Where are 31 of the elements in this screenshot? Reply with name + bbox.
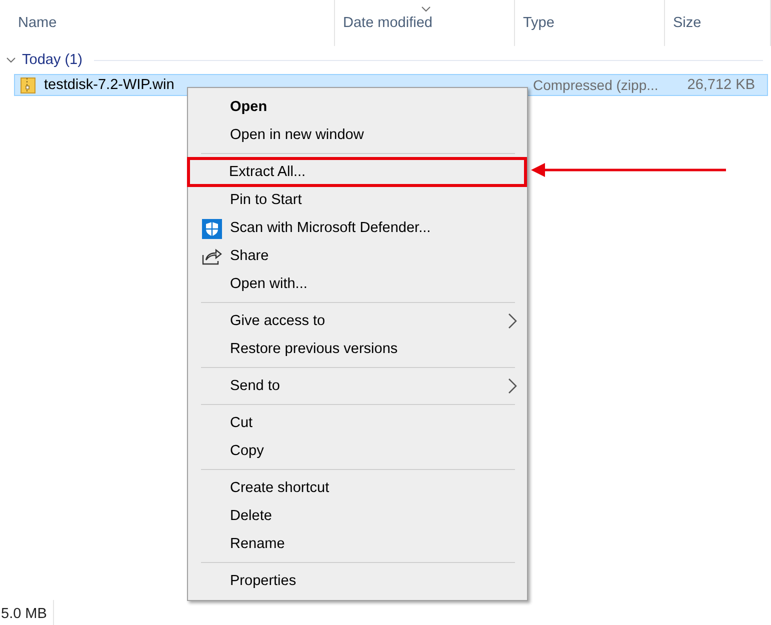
menu-item[interactable]: Cut [189, 409, 526, 437]
file-name: testdisk-7.2-WIP.win [44, 77, 174, 93]
menu-item[interactable]: Open [189, 93, 526, 121]
menu-item[interactable]: Delete [189, 502, 526, 530]
menu-item[interactable]: Open with... [189, 270, 526, 298]
menu-item[interactable]: Send to [189, 372, 526, 400]
column-header[interactable]: Name [18, 15, 57, 31]
column-header[interactable]: Size [673, 15, 702, 31]
menu-item[interactable]: Give access to [189, 307, 526, 335]
menu-item[interactable]: Restore previous versions [189, 335, 526, 363]
submenu-chevron-icon [508, 378, 517, 394]
menu-item[interactable]: Scan with Microsoft Defender... [189, 214, 526, 242]
status-text: 5.0 MB [1, 606, 47, 622]
menu-item[interactable]: Share [189, 242, 526, 270]
submenu-chevron-icon [508, 313, 517, 329]
menu-item[interactable]: Pin to Start [189, 186, 526, 214]
zip-folder-icon [20, 76, 36, 94]
collapse-chevron-icon[interactable] [6, 55, 16, 65]
file-type: Compressed (zipp... [533, 77, 658, 93]
share-icon [202, 247, 222, 265]
menu-item[interactable]: Rename [189, 530, 526, 558]
shield-icon [202, 219, 222, 239]
column-header[interactable]: Type [523, 15, 554, 31]
menu-item[interactable]: Extract All... [188, 158, 526, 186]
group-header[interactable]: Today (1) [22, 52, 82, 68]
menu-item[interactable]: Properties [189, 567, 526, 595]
menu-item[interactable]: Create shortcut [189, 474, 526, 502]
menu-item[interactable]: Open in new window [189, 121, 526, 149]
file-size: 26,712 KB [687, 77, 756, 93]
column-header[interactable]: Date modified [343, 15, 432, 31]
menu-item[interactable]: Copy [189, 437, 526, 465]
